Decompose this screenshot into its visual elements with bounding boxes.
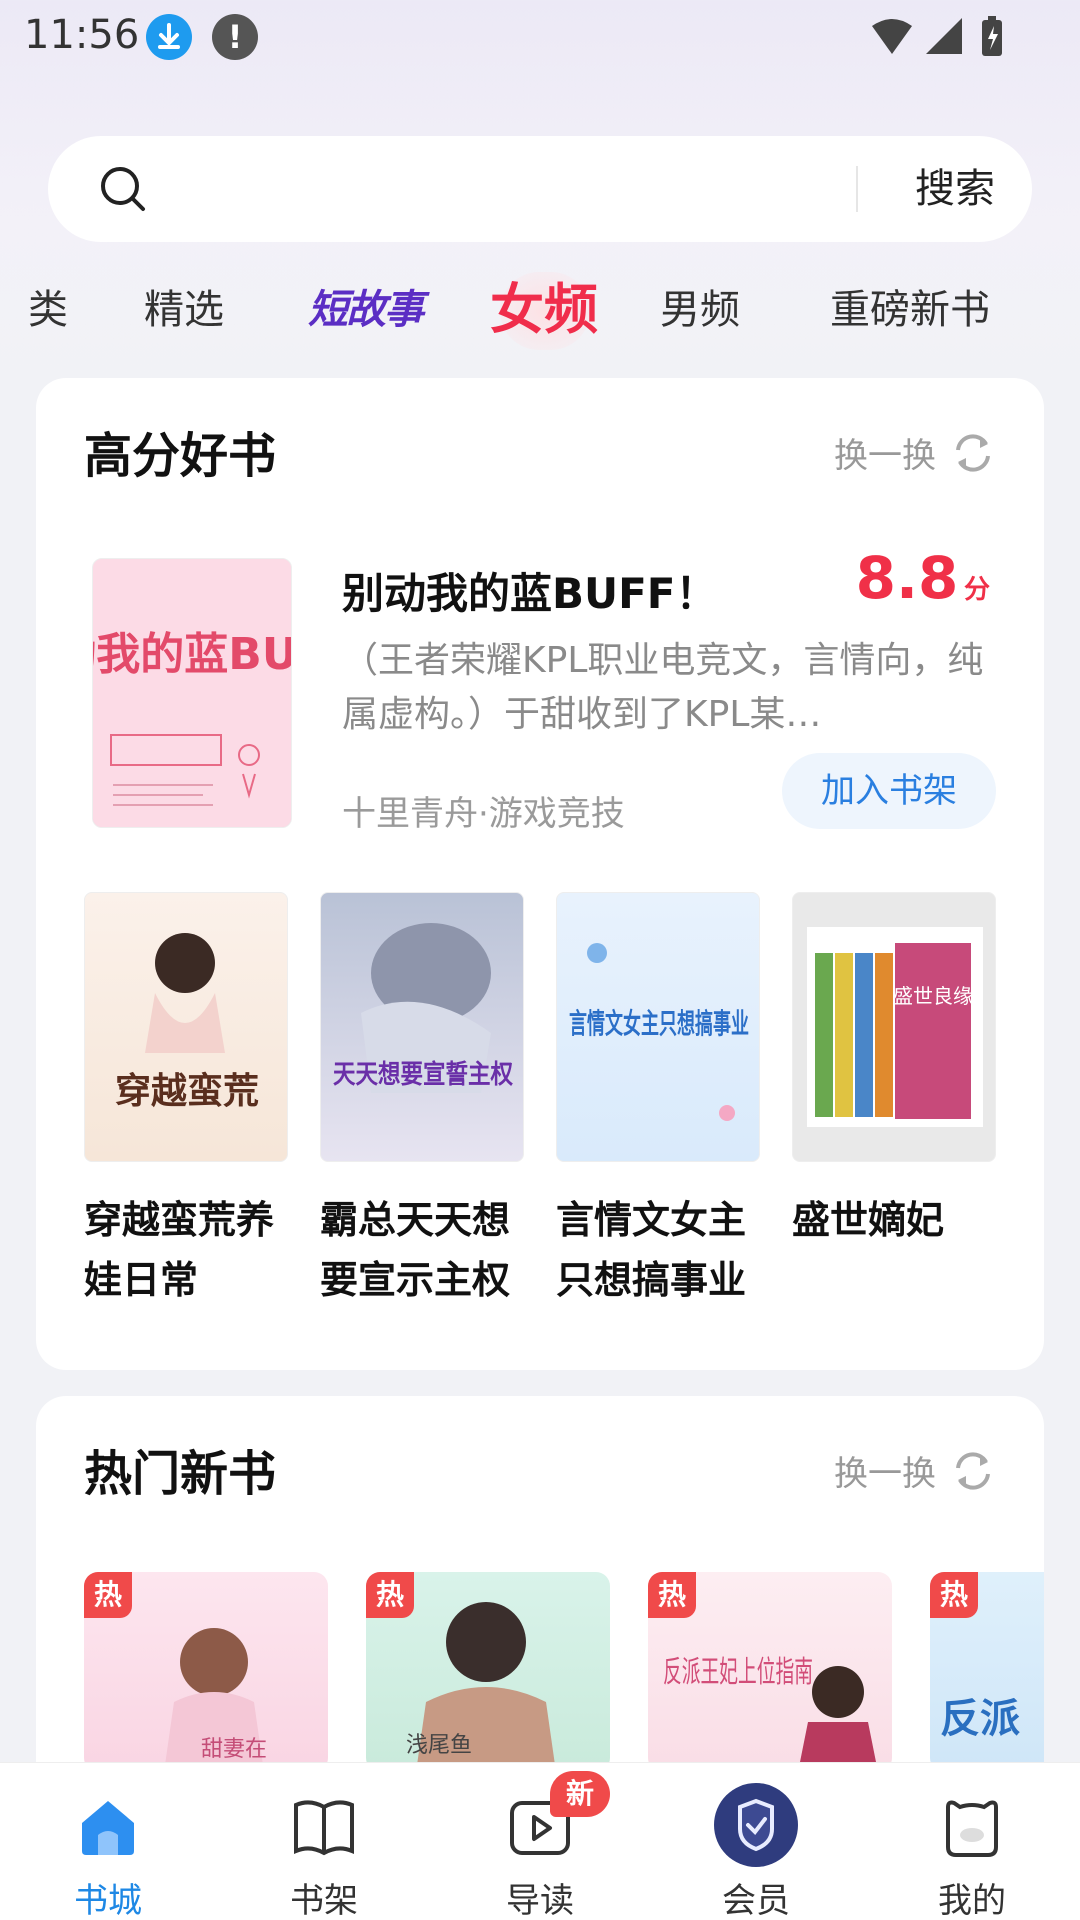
nav-label: 书城 [74,1881,142,1920]
nav-profile[interactable]: 我的 [864,1763,1080,1920]
hot-book-cover[interactable]: 反派 热 [930,1572,1044,1772]
featured-book-score: 8.8 分 [856,544,990,612]
book-title[interactable]: 盛世嫡妃 [792,1190,996,1250]
featured-book-description: （王者荣耀KPL职业电竞文，言情向，纯属虚构。）于甜收到了KPL某… [342,640,984,735]
hot-badge: 热 [648,1572,696,1618]
hot-badge: 热 [84,1572,132,1618]
svg-text:言情文女主只想搞事业: 言情文女主只想搞事业 [569,1007,749,1040]
nav-bookshelf[interactable]: 书架 [216,1763,432,1920]
refresh-icon [956,433,990,472]
book-title[interactable]: 霸总天天想要宣示主权 [320,1190,524,1310]
hot-new-card: 热门新书 换一换 甜妻在 热 浅尾鱼 热 反派王妃上位指南 热 反派 热 [36,1396,1044,1796]
member-shield-icon [714,1783,798,1867]
tab-short-stories[interactable]: 短故事 [308,270,424,350]
hot-badge: 热 [366,1572,414,1618]
refresh-button[interactable]: 换一换 [834,428,996,477]
book-icon [294,1800,354,1856]
book-item[interactable]: 天天想要宣誓主权 霸总天天想要宣示主权 [320,892,524,1310]
hot-book-cover[interactable]: 甜妻在 热 [84,1572,328,1772]
wifi-icon [872,19,912,54]
tab-featured[interactable]: 精选 [144,270,224,350]
score-value: 8.8 [855,544,959,612]
add-to-shelf-button[interactable]: 加入书架 [782,753,996,829]
hot-book-cover[interactable]: 反派王妃上位指南 热 [648,1572,892,1772]
featured-book-title[interactable]: 别动我的蓝BUFF！ [342,560,718,621]
nav-bookstore[interactable]: 书城 [0,1763,216,1920]
book-cover[interactable]: 穿越蛮荒 [84,892,288,1162]
svg-text:盛世良缘: 盛世良缘 [893,984,973,1008]
refresh-label: 换一换 [834,1454,936,1494]
signal-icon [926,18,962,54]
book-title[interactable]: 穿越蛮荒养娃日常 [84,1190,288,1310]
svg-text:浅尾鱼: 浅尾鱼 [406,1733,472,1758]
status-icons [870,14,1010,64]
status-bar: 11:56 ! [0,0,1080,72]
high-score-card: 高分好书 换一换 别动我的蓝BUFF! 别动我的蓝BUFF！ 8.8 分 （王者… [36,378,1044,1370]
tab-new-books[interactable]: 重磅新书 [830,270,990,350]
book-item[interactable]: 盛世良缘 盛世嫡妃 [792,892,996,1250]
section-title: 高分好书 [84,428,277,484]
new-badge: 新 [550,1771,610,1817]
tab-category[interactable]: 类 [28,270,68,350]
book-item[interactable]: 穿越蛮荒 穿越蛮荒养娃日常 [84,892,288,1310]
section-title: 热门新书 [84,1446,277,1502]
svg-text:穿越蛮荒: 穿越蛮荒 [115,1070,259,1112]
hot-book-cover[interactable]: 浅尾鱼 热 [366,1572,610,1772]
search-divider [856,166,858,212]
tab-male[interactable]: 男频 [660,270,740,350]
nav-guide[interactable]: 新 导读 [432,1763,648,1920]
svg-text:反派王妃上位指南: 反派王妃上位指南 [663,1655,813,1690]
featured-cover-title: 别动我的蓝BUFF! [93,629,292,680]
home-icon [82,1801,134,1855]
svg-text:甜妻在: 甜妻在 [201,1737,267,1762]
download-icon [146,14,192,60]
search-icon [101,167,145,211]
category-tabs: 类 精选 短故事 女频 男频 重磅新书 [0,270,1080,350]
search-button[interactable]: 搜索 [878,136,1032,242]
nav-label: 会员 [722,1881,790,1920]
refresh-label: 换一换 [834,436,936,476]
svg-text:天天想要宣誓主权: 天天想要宣誓主权 [333,1059,513,1090]
tab-female[interactable]: 女频 [490,270,598,350]
search-bar[interactable]: 搜索 [48,136,1032,242]
alert-icon: ! [212,14,258,60]
nav-label: 书架 [290,1881,358,1920]
featured-book-cover[interactable]: 别动我的蓝BUFF! [92,558,292,828]
featured-book-meta: 十里青舟·游戏竞技 [342,794,625,834]
book-title[interactable]: 言情文女主只想搞事业 [556,1190,760,1310]
book-cover[interactable]: 言情文女主只想搞事业 [556,892,760,1162]
book-cover[interactable]: 盛世良缘 [792,892,996,1162]
profile-icon [946,1800,998,1857]
book-item[interactable]: 言情文女主只想搞事业 言情文女主只想搞事业 [556,892,760,1310]
nav-label: 我的 [938,1881,1006,1920]
nav-label: 导读 [506,1881,574,1920]
refresh-button[interactable]: 换一换 [834,1446,996,1495]
svg-text:反派: 反派 [940,1696,1020,1742]
score-unit: 分 [963,575,990,605]
status-time: 11:56 [24,12,140,58]
book-cover[interactable]: 天天想要宣誓主权 [320,892,524,1162]
refresh-icon [956,1451,990,1490]
hot-badge: 热 [930,1572,978,1618]
nav-membership[interactable]: 会员 [648,1763,864,1920]
bottom-nav: 书城 书架 新 导读 会员 我的 [0,1762,1080,1920]
